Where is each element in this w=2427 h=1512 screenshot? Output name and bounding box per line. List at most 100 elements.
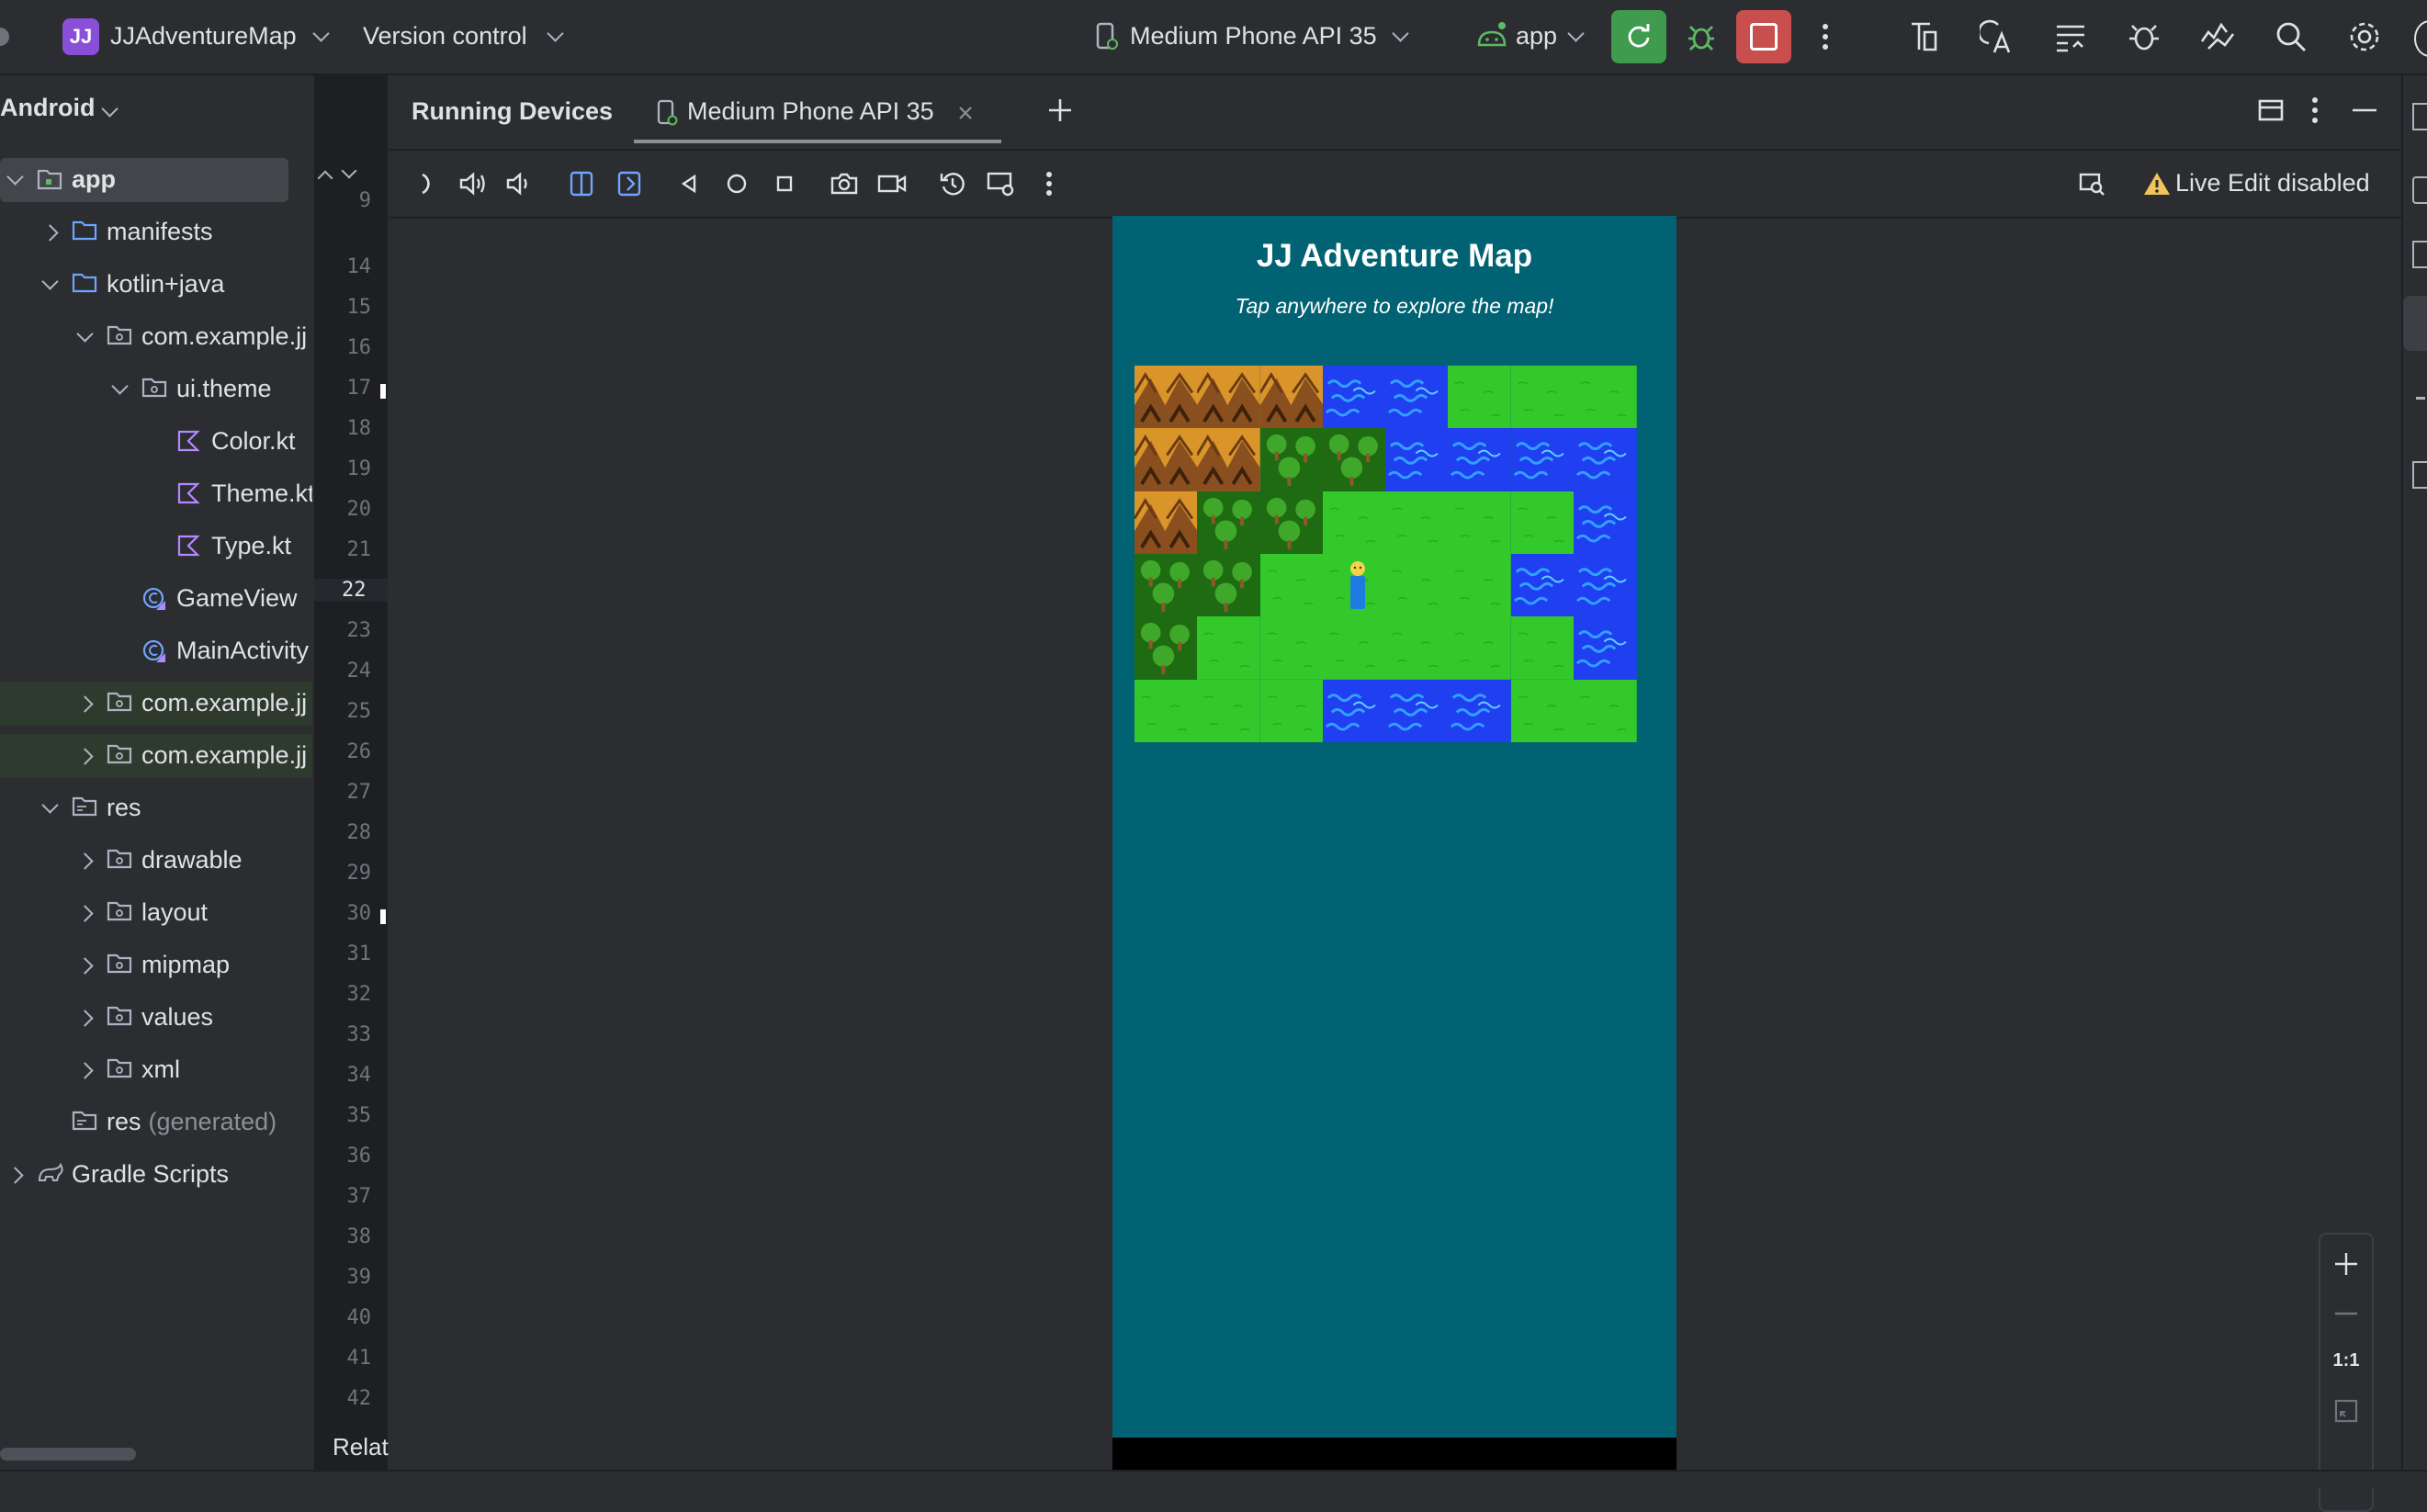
tree-item-manifests[interactable]: manifests [0,210,312,254]
back-button[interactable] [674,169,704,198]
tree-item-ui-theme[interactable]: ui.theme [0,367,312,412]
more-actions-button[interactable] [1814,17,1836,57]
grass-tile[interactable] [1573,366,1637,429]
chevron-right-icon[interactable] [76,748,94,765]
close-tab-icon[interactable] [957,105,974,121]
device-tab[interactable]: Medium Phone API 35 [634,85,1022,143]
zoom-out-button[interactable] [2330,1297,2363,1330]
tree-item-com-example-jj[interactable]: com.example.jj [0,734,312,778]
chevron-down-icon[interactable] [41,796,59,814]
chevron-down-icon[interactable] [101,100,119,118]
version-control-menu[interactable]: Version control [363,22,527,51]
forest-tile[interactable] [1134,554,1198,617]
rotate-right-button[interactable] [614,169,645,198]
grass-tile[interactable] [1385,616,1449,681]
snapshot-button[interactable] [937,169,968,198]
project-badge[interactable]: JJ [62,18,99,55]
tree-item-kotlin-java[interactable]: kotlin+java [0,263,312,307]
grass-tile[interactable] [1448,366,1511,429]
grass-tile[interactable] [1197,679,1260,743]
grass-tile[interactable] [1385,554,1449,617]
tree-item-com-example-jj[interactable]: com.example.jj [0,315,312,359]
tree-item-xml[interactable]: xml [0,1048,312,1092]
grass-tile[interactable] [1510,616,1575,681]
panel-more-button[interactable] [2304,94,2326,127]
tree-item-theme-kt[interactable]: Theme.kt [0,472,312,516]
chevron-down-icon[interactable] [1567,25,1585,42]
chevron-right-icon[interactable] [76,852,94,870]
water-tile[interactable] [1385,366,1449,429]
power-button[interactable] [415,169,445,198]
device-manager-tool-icon[interactable] [2412,461,2427,489]
running-devices-tool-button[interactable] [2403,296,2427,351]
grass-tile[interactable] [1322,616,1386,681]
tree-item-gradle-scripts[interactable]: Gradle Scripts [0,1153,312,1197]
forest-tile[interactable] [1259,428,1324,492]
water-tile[interactable] [1573,616,1637,681]
grass-tile[interactable] [1259,679,1324,743]
horizontal-scrollbar[interactable] [0,1448,136,1461]
mountain-tile[interactable] [1133,428,1198,492]
emulator-tool-icon[interactable] [2416,397,2425,400]
translations-button[interactable] [1977,17,2017,57]
minimize-panel-button[interactable] [2348,94,2381,127]
home-button[interactable] [722,169,751,198]
zoom-to-fit-button[interactable] [2331,1396,2361,1426]
fold-navigation[interactable] [317,163,375,187]
rerun-button[interactable] [1611,10,1666,63]
volume-down-button[interactable] [503,169,533,198]
profiler-button[interactable] [2197,17,2238,57]
grass-tile[interactable] [1448,491,1511,555]
tree-item-gameview[interactable]: GameView [0,577,312,621]
chevron-down-icon[interactable] [547,25,564,42]
gradle-tool-icon[interactable] [2412,176,2427,204]
tree-item-values[interactable]: values [0,996,312,1040]
tree-item-type-kt[interactable]: Type.kt [0,525,312,569]
app-inspection-button[interactable] [2124,17,2164,57]
chevron-down-icon[interactable] [312,25,330,42]
grass-tile[interactable] [1322,491,1386,555]
window-control-icon[interactable] [0,28,9,46]
overview-button[interactable] [770,169,799,198]
chevron-down-icon[interactable] [76,325,94,343]
chevron-right-icon[interactable] [6,1167,24,1184]
water-tile[interactable] [1510,428,1575,492]
debug-button[interactable] [1681,17,1721,57]
stop-button[interactable] [1736,10,1791,63]
mountain-tile[interactable] [1133,491,1198,555]
water-tile[interactable] [1573,491,1637,555]
grass-tile[interactable] [1510,366,1575,429]
grass-tile[interactable] [1510,491,1575,555]
tree-item-layout[interactable]: layout [0,891,312,935]
chevron-right-icon[interactable] [76,957,94,975]
zoom-in-button[interactable] [2330,1247,2363,1281]
tree-item-mainactivity[interactable]: MainActivity [0,629,312,673]
tree-item-drawable[interactable]: drawable [0,839,312,883]
tree-item-app[interactable]: app [0,158,288,202]
water-tile[interactable] [1385,428,1449,492]
grass-tile[interactable] [1134,679,1198,743]
forest-tile[interactable] [1197,491,1260,555]
tree-item-com-example-jj[interactable]: com.example.jj [0,682,312,726]
water-tile[interactable] [1385,679,1449,743]
emulator-screen[interactable]: JJ Adventure Map Tap anywhere to explore… [1112,216,1676,1438]
grass-tile[interactable] [1259,554,1324,617]
water-tile[interactable] [1573,428,1637,492]
adventure-map[interactable] [1133,366,1637,743]
chevron-right-icon[interactable] [76,1010,94,1027]
chevron-down-icon[interactable] [6,168,24,186]
volume-up-button[interactable] [457,169,489,198]
tree-item-mipmap[interactable]: mipmap [0,943,312,987]
rotate-left-button[interactable] [566,169,597,198]
account-icon[interactable] [2414,20,2427,57]
mountain-tile[interactable] [1195,366,1260,429]
water-tile[interactable] [1322,366,1386,429]
device-selector[interactable]: Medium Phone API 35 [1130,22,1377,51]
layout-button[interactable] [2254,94,2287,127]
chevron-right-icon[interactable] [41,224,59,242]
tree-item-res[interactable]: res [0,786,312,830]
display-settings-button[interactable] [985,169,1016,198]
grass-tile[interactable] [1385,491,1449,555]
project-name[interactable]: JJAdventureMap [110,22,297,51]
grass-tile[interactable] [1448,616,1511,681]
